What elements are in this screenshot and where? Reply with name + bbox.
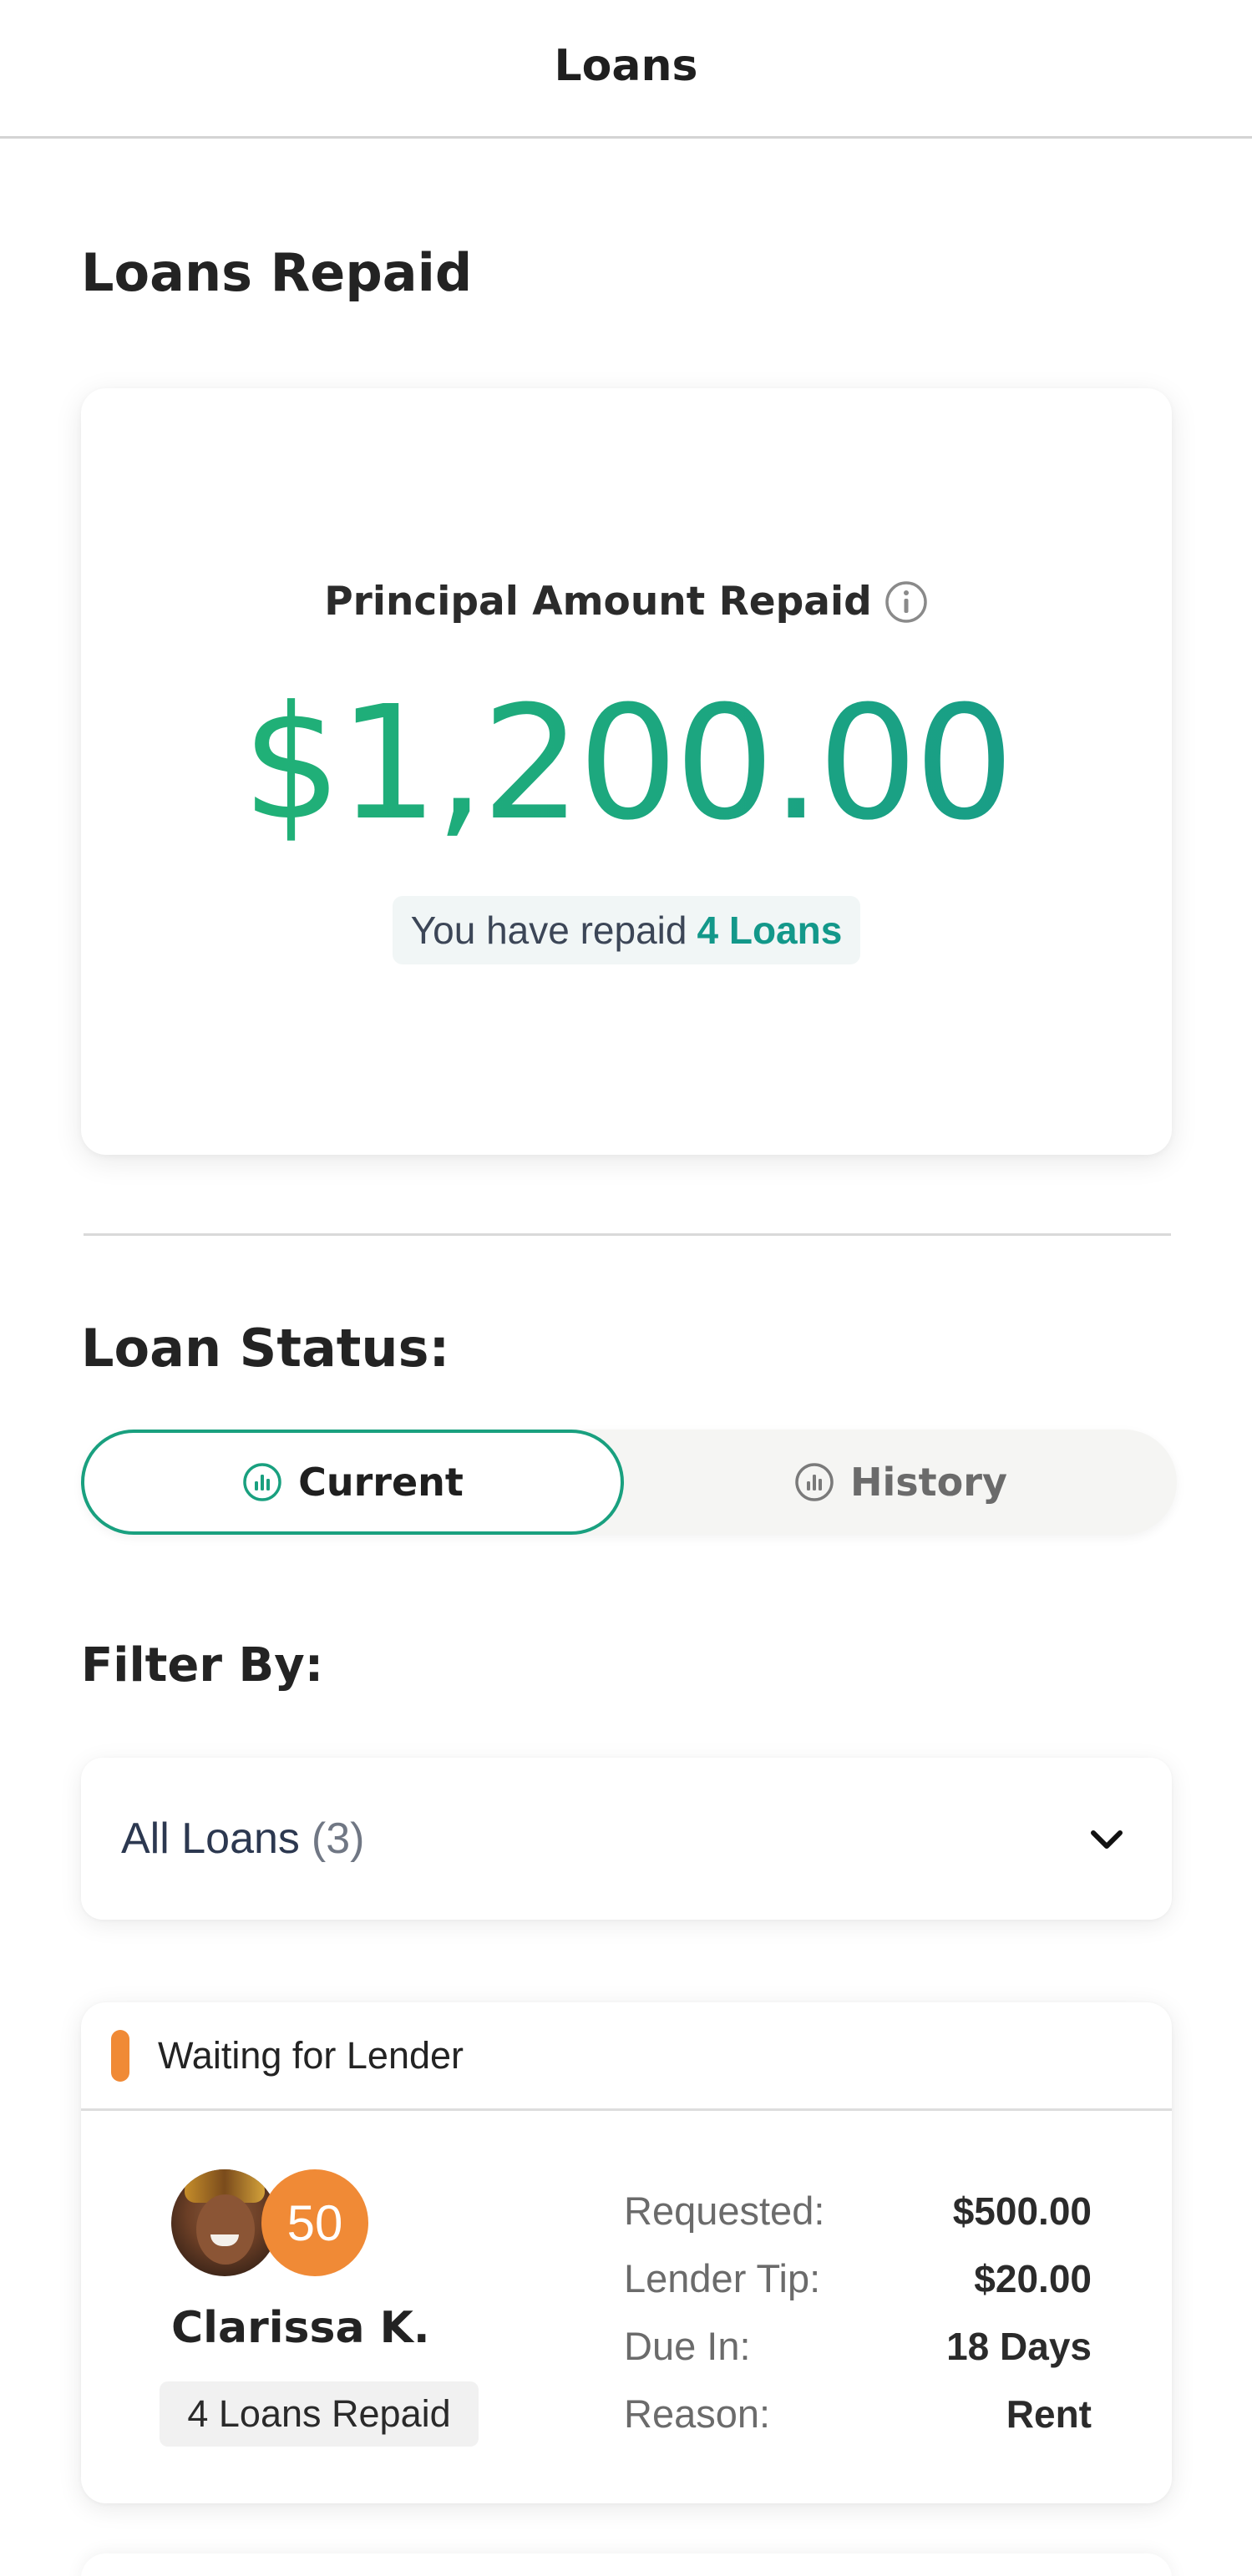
bar-chart-icon <box>241 1461 283 1503</box>
loan-card-header: Waiting for Lender <box>81 2002 1172 2111</box>
borrower-loans-repaid: 4 Loans Repaid <box>160 2381 479 2447</box>
loan-status-heading: Loan Status: <box>81 1318 450 1379</box>
detail-label: Reason: <box>624 2391 771 2436</box>
section-divider <box>84 1233 1171 1236</box>
tab-history-label: History <box>850 1460 1007 1505</box>
detail-value: 18 Days <box>946 2325 1092 2368</box>
chevron-down-icon <box>1083 1816 1130 1863</box>
detail-row-requested: Requested: $500.00 <box>624 2188 1092 2255</box>
detail-row-lender-tip: Lender Tip: $20.00 <box>624 2255 1092 2323</box>
principal-label-row: Principal Amount Repaid <box>81 579 1172 625</box>
loans-page: Loans Loans Repaid Principal Amount Repa… <box>0 0 1252 2576</box>
principal-summary-card: Principal Amount Repaid $1,200.00 You ha… <box>81 388 1172 1155</box>
detail-label: Requested: <box>624 2189 825 2233</box>
borrower-avatar-group: 50 <box>171 2169 372 2280</box>
loan-details: Requested: $500.00 Lender Tip: $20.00 Du… <box>624 2188 1092 2458</box>
repaid-prefix: You have repaid <box>410 908 687 952</box>
repaid-count: 4 Loans <box>697 908 843 952</box>
tab-current-label: Current <box>298 1460 464 1505</box>
loan-card[interactable]: Waiting for Lender 50 Clarissa K. 4 Loan… <box>81 2002 1172 2503</box>
bar-chart-icon <box>793 1461 835 1503</box>
loan-status-text: Waiting for Lender <box>158 2033 464 2077</box>
detail-label: Due In: <box>624 2324 751 2368</box>
page-title: Loans <box>554 40 698 91</box>
borrower-name: Clarissa K. <box>171 2303 430 2353</box>
detail-row-due-in: Due In: 18 Days <box>624 2323 1092 2391</box>
info-icon[interactable] <box>884 579 929 625</box>
detail-row-reason: Reason: Rent <box>624 2391 1092 2458</box>
principal-label: Principal Amount Repaid <box>324 579 872 625</box>
loan-status-toggle: Current History <box>81 1430 1177 1535</box>
loan-filter-dropdown[interactable]: All Loans (3) <box>81 1758 1172 1920</box>
repaid-count-pill: You have repaid 4 Loans <box>393 896 860 964</box>
detail-label: Lender Tip: <box>624 2256 821 2300</box>
tab-current[interactable]: Current <box>81 1430 624 1535</box>
filter-heading: Filter By: <box>81 1638 324 1693</box>
tab-history[interactable]: History <box>624 1430 1177 1535</box>
next-loan-card[interactable] <box>81 2553 1172 2576</box>
credit-score-badge: 50 <box>261 2169 368 2276</box>
loans-repaid-heading: Loans Repaid <box>81 242 473 303</box>
filter-selected-count: (3) <box>311 1814 365 1863</box>
detail-value: $20.00 <box>974 2257 1092 2300</box>
principal-amount: $1,200.00 <box>81 672 1172 855</box>
status-indicator <box>111 2029 129 2082</box>
filter-selected-label: All Loans <box>121 1814 300 1863</box>
detail-value: Rent <box>1006 2392 1092 2436</box>
detail-value: $500.00 <box>952 2189 1092 2233</box>
top-bar: Loans <box>0 0 1252 139</box>
